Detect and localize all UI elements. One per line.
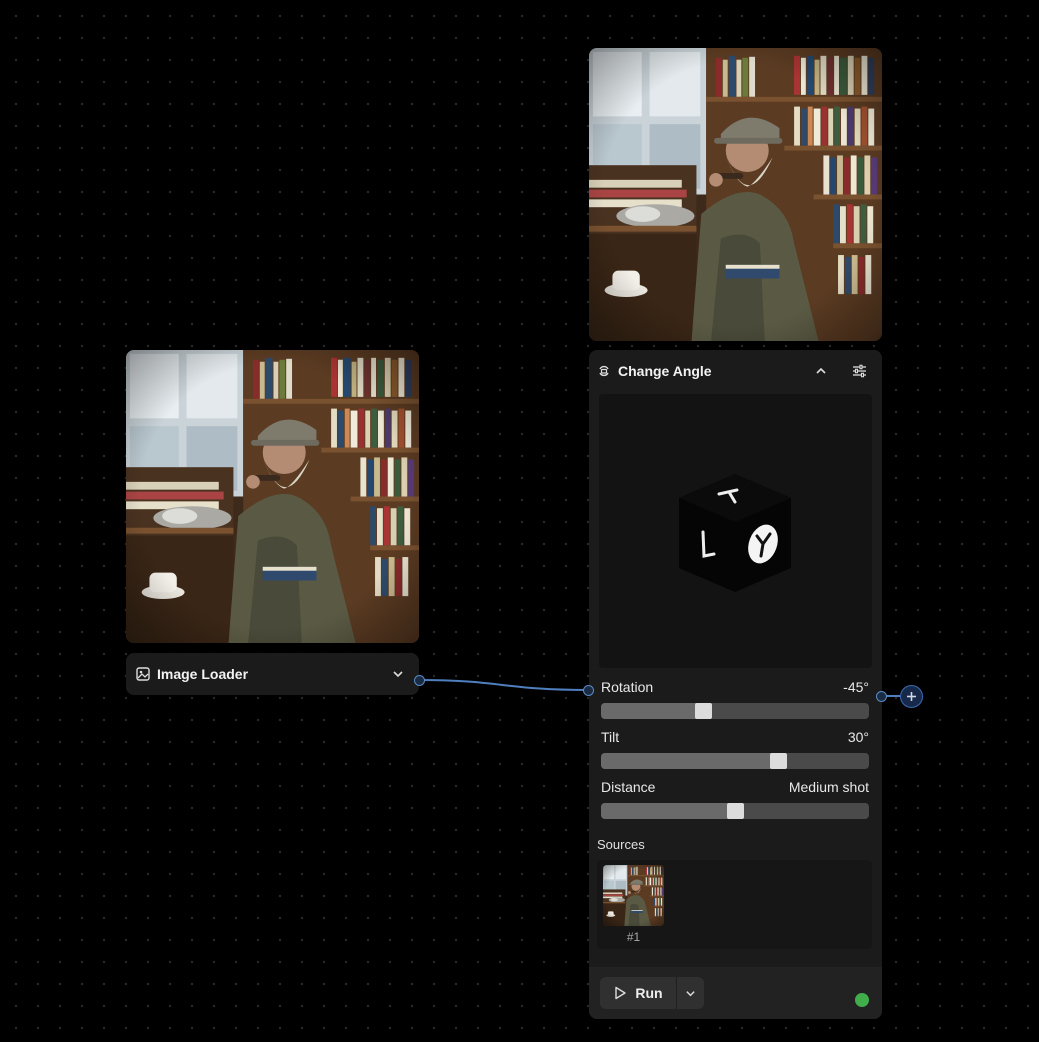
distance-slider-fill [601,803,735,819]
loaded-image[interactable] [126,350,419,643]
rotation-row: Rotation -45° [601,679,869,695]
chevron-up-icon[interactable] [808,358,834,384]
tilt-slider-thumb[interactable] [769,753,787,769]
run-label: Run [635,985,663,1001]
sources-list: #1 [597,860,872,949]
rotate-camera-icon [597,364,611,378]
tilt-row: Tilt 30° [601,729,869,745]
distance-row: Distance Medium shot [601,779,869,795]
image-loader-node-header[interactable]: Image Loader [126,653,419,695]
run-button[interactable]: Run [600,977,677,1009]
change-angle-title: Change Angle [618,363,712,379]
add-node-button[interactable] [900,685,923,708]
chevron-down-icon[interactable] [387,663,409,685]
image-icon [136,667,150,681]
status-indicator [855,993,869,1007]
run-options-button[interactable] [677,977,704,1009]
distance-value: Medium shot [788,779,869,795]
play-icon [613,986,627,1000]
camera-cube-icon[interactable] [599,394,872,668]
distance-slider[interactable] [601,803,869,819]
change-angle-output-port[interactable] [876,691,887,702]
rotation-slider-fill [601,703,703,719]
change-angle-input-port[interactable] [583,685,594,696]
tilt-label: Tilt [601,729,620,745]
image-loader-output-port[interactable] [414,675,425,686]
rotation-value: -45° [843,679,869,695]
run-button-group: Run [600,977,704,1009]
rotation-slider-thumb[interactable] [694,703,712,719]
tilt-value: 30° [847,729,869,745]
output-preview-image[interactable] [589,48,882,341]
source-thumbnail[interactable] [603,865,664,926]
change-angle-node: Change Angle Rotation -45° Tilt 30° Dist… [589,350,882,1019]
distance-slider-thumb[interactable] [727,803,744,819]
angle-viewport[interactable] [599,394,872,668]
sources-label: Sources [597,837,645,852]
rotation-slider[interactable] [601,703,869,719]
image-loader-title: Image Loader [157,666,249,682]
change-angle-footer: Run [589,967,882,1019]
sliders-icon[interactable] [846,358,872,384]
tilt-slider[interactable] [601,753,869,769]
source-thumbnail-label: #1 [626,930,641,944]
tilt-slider-fill [601,753,778,769]
distance-label: Distance [601,779,656,795]
rotation-label: Rotation [601,679,654,695]
plus-icon [907,692,916,701]
change-angle-header: Change Angle [589,350,882,392]
chevron-down-icon [686,990,695,996]
